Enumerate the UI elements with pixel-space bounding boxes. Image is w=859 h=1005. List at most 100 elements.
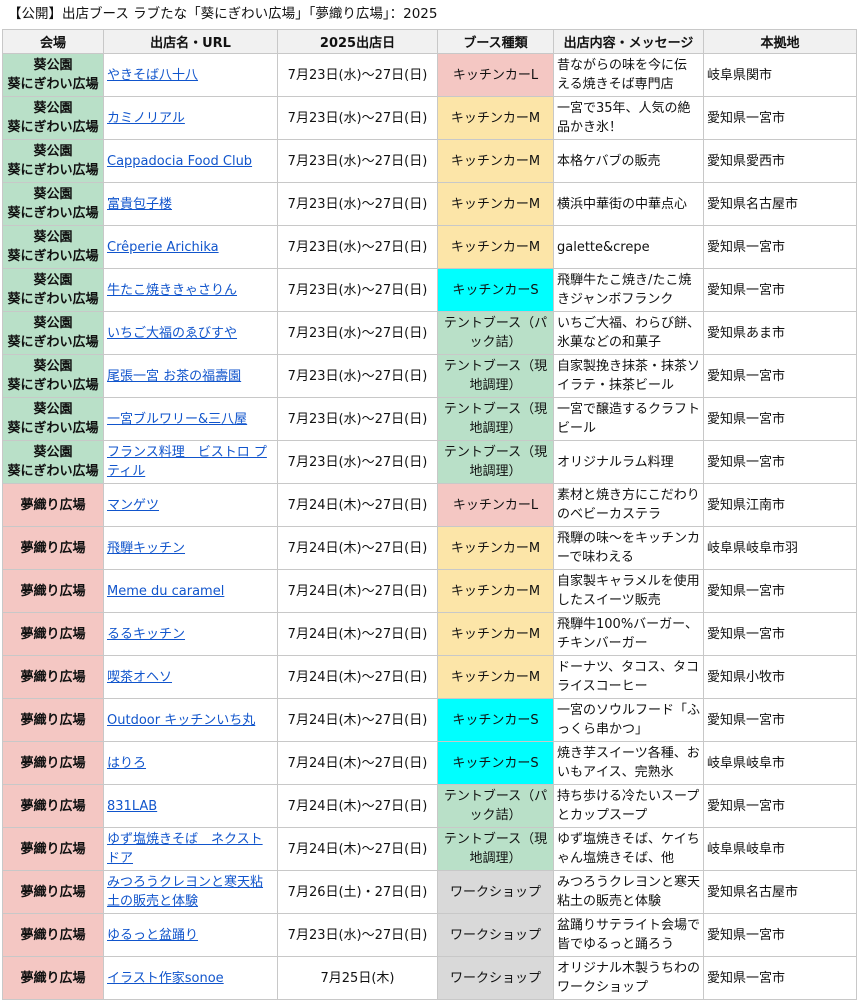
booth-type-cell[interactable]: キッチンカーM (437, 225, 554, 269)
booth-type-cell[interactable]: キッチンカーM (437, 139, 554, 183)
home-base-cell[interactable]: 岐阜県岐阜市羽 (703, 526, 857, 570)
home-base-cell[interactable]: 愛知県一宮市 (703, 96, 857, 140)
shop-link[interactable]: みつろうクレヨンと寒天粘土の販売と体験 (107, 875, 263, 909)
message-cell[interactable]: 一宮のソウルフード「ふっくら串かつ」 (553, 698, 704, 742)
message-cell[interactable]: 飛騨牛たこ焼き/たこ焼きジャンボフランク (553, 268, 704, 312)
date-cell[interactable]: 7月23日(水)〜27日(日) (277, 225, 438, 269)
date-cell[interactable]: 7月23日(水)〜27日(日) (277, 139, 438, 183)
message-cell[interactable]: galette&crepe (553, 225, 704, 269)
shop-cell[interactable]: はりろ (103, 741, 278, 785)
date-cell[interactable]: 7月24日(木)〜27日(日) (277, 526, 438, 570)
shop-cell[interactable]: イラスト作家sonoe (103, 956, 278, 1000)
booth-type-cell[interactable]: テントブース（現地調理） (437, 827, 554, 871)
booth-type-cell[interactable]: キッチンカーM (437, 182, 554, 226)
message-cell[interactable]: 持ち歩ける冷たいスープとカップスープ (553, 784, 704, 828)
message-cell[interactable]: 一宮で35年、人気の絶品かき氷！ (553, 96, 704, 140)
header-venue[interactable]: 会場 (2, 29, 104, 54)
home-base-cell[interactable]: 岐阜県岐阜市 (703, 827, 857, 871)
shop-link[interactable]: フランス料理 ビストロ プティル (107, 445, 267, 479)
message-cell[interactable]: いちご大福、わらび餅、氷菓などの和菓子 (553, 311, 704, 355)
venue-cell[interactable]: 葵公園 葵にぎわい広場 (2, 139, 104, 183)
venue-cell[interactable]: 葵公園 葵にぎわい広場 (2, 268, 104, 312)
home-base-cell[interactable]: 愛知県一宮市 (703, 612, 857, 656)
shop-cell[interactable]: マンゲツ (103, 483, 278, 527)
message-cell[interactable]: 横浜中華街の中華点心 (553, 182, 704, 226)
home-base-cell[interactable]: 愛知県名古屋市 (703, 870, 857, 914)
venue-cell[interactable]: 夢織り広場 (2, 784, 104, 828)
home-base-cell[interactable]: 愛知県一宮市 (703, 354, 857, 398)
shop-cell[interactable]: 喫茶オヘソ (103, 655, 278, 699)
venue-cell[interactable]: 夢織り広場 (2, 526, 104, 570)
message-cell[interactable]: みつろうクレヨンと寒天粘土の販売と体験 (553, 870, 704, 914)
venue-cell[interactable]: 夢織り広場 (2, 655, 104, 699)
message-cell[interactable]: 一宮で醸造するクラフトビール (553, 397, 704, 441)
message-cell[interactable]: 自家製挽き抹茶・抹茶ソイラテ・抹茶ビール (553, 354, 704, 398)
shop-cell[interactable]: るるキッチン (103, 612, 278, 656)
home-base-cell[interactable]: 愛知県一宮市 (703, 784, 857, 828)
venue-cell[interactable]: 葵公園 葵にぎわい広場 (2, 311, 104, 355)
message-cell[interactable]: オリジナルラム料理 (553, 440, 704, 484)
booth-type-cell[interactable]: テントブース（現地調理） (437, 354, 554, 398)
shop-cell[interactable]: Crêperie Arichika (103, 225, 278, 269)
venue-cell[interactable]: 夢織り広場 (2, 827, 104, 871)
shop-link[interactable]: やきそば八十八 (107, 68, 198, 83)
shop-link[interactable]: はりろ (107, 756, 146, 771)
home-base-cell[interactable]: 愛知県江南市 (703, 483, 857, 527)
message-cell[interactable]: ゆず塩焼きそば、ケイちゃん塩焼きそば、他 (553, 827, 704, 871)
shop-cell[interactable]: 牛たこ焼ききゃさりん (103, 268, 278, 312)
home-base-cell[interactable]: 愛知県あま市 (703, 311, 857, 355)
home-base-cell[interactable]: 岐阜県岐阜市 (703, 741, 857, 785)
shop-cell[interactable]: 831LAB (103, 784, 278, 828)
shop-cell[interactable]: Cappadocia Food Club (103, 139, 278, 183)
venue-cell[interactable]: 夢織り広場 (2, 569, 104, 613)
shop-link[interactable]: いちご大福のゑびすや (107, 326, 237, 341)
message-cell[interactable]: ドーナツ、タコス、タコライスコーヒー (553, 655, 704, 699)
booth-type-cell[interactable]: キッチンカーS (437, 268, 554, 312)
shop-link[interactable]: Meme du caramel (107, 584, 224, 599)
shop-cell[interactable]: Meme du caramel (103, 569, 278, 613)
date-cell[interactable]: 7月23日(水)〜27日(日) (277, 268, 438, 312)
shop-cell[interactable]: 富貴包子楼 (103, 182, 278, 226)
shop-cell[interactable]: いちご大福のゑびすや (103, 311, 278, 355)
booth-type-cell[interactable]: キッチンカーL (437, 483, 554, 527)
shop-link[interactable]: 牛たこ焼ききゃさりん (107, 283, 237, 298)
date-cell[interactable]: 7月23日(水)〜27日(日) (277, 354, 438, 398)
shop-link[interactable]: 飛騨キッチン (107, 541, 185, 556)
venue-cell[interactable]: 葵公園 葵にぎわい広場 (2, 397, 104, 441)
venue-cell[interactable]: 夢織り広場 (2, 870, 104, 914)
date-cell[interactable]: 7月23日(水)〜27日(日) (277, 440, 438, 484)
shop-link[interactable]: Outdoor キッチンいち丸 (107, 713, 255, 728)
date-cell[interactable]: 7月24日(木)〜27日(日) (277, 569, 438, 613)
shop-cell[interactable]: ゆるっと盆踊り (103, 913, 278, 957)
home-base-cell[interactable]: 愛知県一宮市 (703, 440, 857, 484)
booth-type-cell[interactable]: ワークショップ (437, 913, 554, 957)
header-date[interactable]: 2025出店日 (277, 29, 438, 54)
home-base-cell[interactable]: 岐阜県関市 (703, 53, 857, 97)
date-cell[interactable]: 7月23日(水)〜27日(日) (277, 913, 438, 957)
shop-cell[interactable]: 尾張一宮 お茶の福壽園 (103, 354, 278, 398)
date-cell[interactable]: 7月24日(木)〜27日(日) (277, 784, 438, 828)
shop-cell[interactable]: フランス料理 ビストロ プティル (103, 440, 278, 484)
booth-type-cell[interactable]: テントブース（パック詰） (437, 784, 554, 828)
booth-type-cell[interactable]: ワークショップ (437, 870, 554, 914)
shop-link[interactable]: Cappadocia Food Club (107, 154, 252, 169)
booth-type-cell[interactable]: キッチンカーM (437, 96, 554, 140)
message-cell[interactable]: 本格ケバブの販売 (553, 139, 704, 183)
home-base-cell[interactable]: 愛知県名古屋市 (703, 182, 857, 226)
date-cell[interactable]: 7月26日(土)・27日(日) (277, 870, 438, 914)
shop-cell[interactable]: みつろうクレヨンと寒天粘土の販売と体験 (103, 870, 278, 914)
home-base-cell[interactable]: 愛知県一宮市 (703, 225, 857, 269)
shop-cell[interactable]: やきそば八十八 (103, 53, 278, 97)
shop-link[interactable]: イラスト作家sonoe (107, 971, 224, 986)
venue-cell[interactable]: 葵公園 葵にぎわい広場 (2, 440, 104, 484)
shop-link[interactable]: カミノリアル (107, 111, 185, 126)
header-booth[interactable]: ブース種類 (437, 29, 554, 54)
venue-cell[interactable]: 葵公園 葵にぎわい広場 (2, 182, 104, 226)
header-base[interactable]: 本拠地 (703, 29, 857, 54)
date-cell[interactable]: 7月24日(木)〜27日(日) (277, 827, 438, 871)
venue-cell[interactable]: 夢織り広場 (2, 956, 104, 1000)
shop-link[interactable]: 喫茶オヘソ (107, 670, 172, 685)
booth-type-cell[interactable]: キッチンカーM (437, 569, 554, 613)
shop-cell[interactable]: Outdoor キッチンいち丸 (103, 698, 278, 742)
shop-cell[interactable]: 飛騨キッチン (103, 526, 278, 570)
